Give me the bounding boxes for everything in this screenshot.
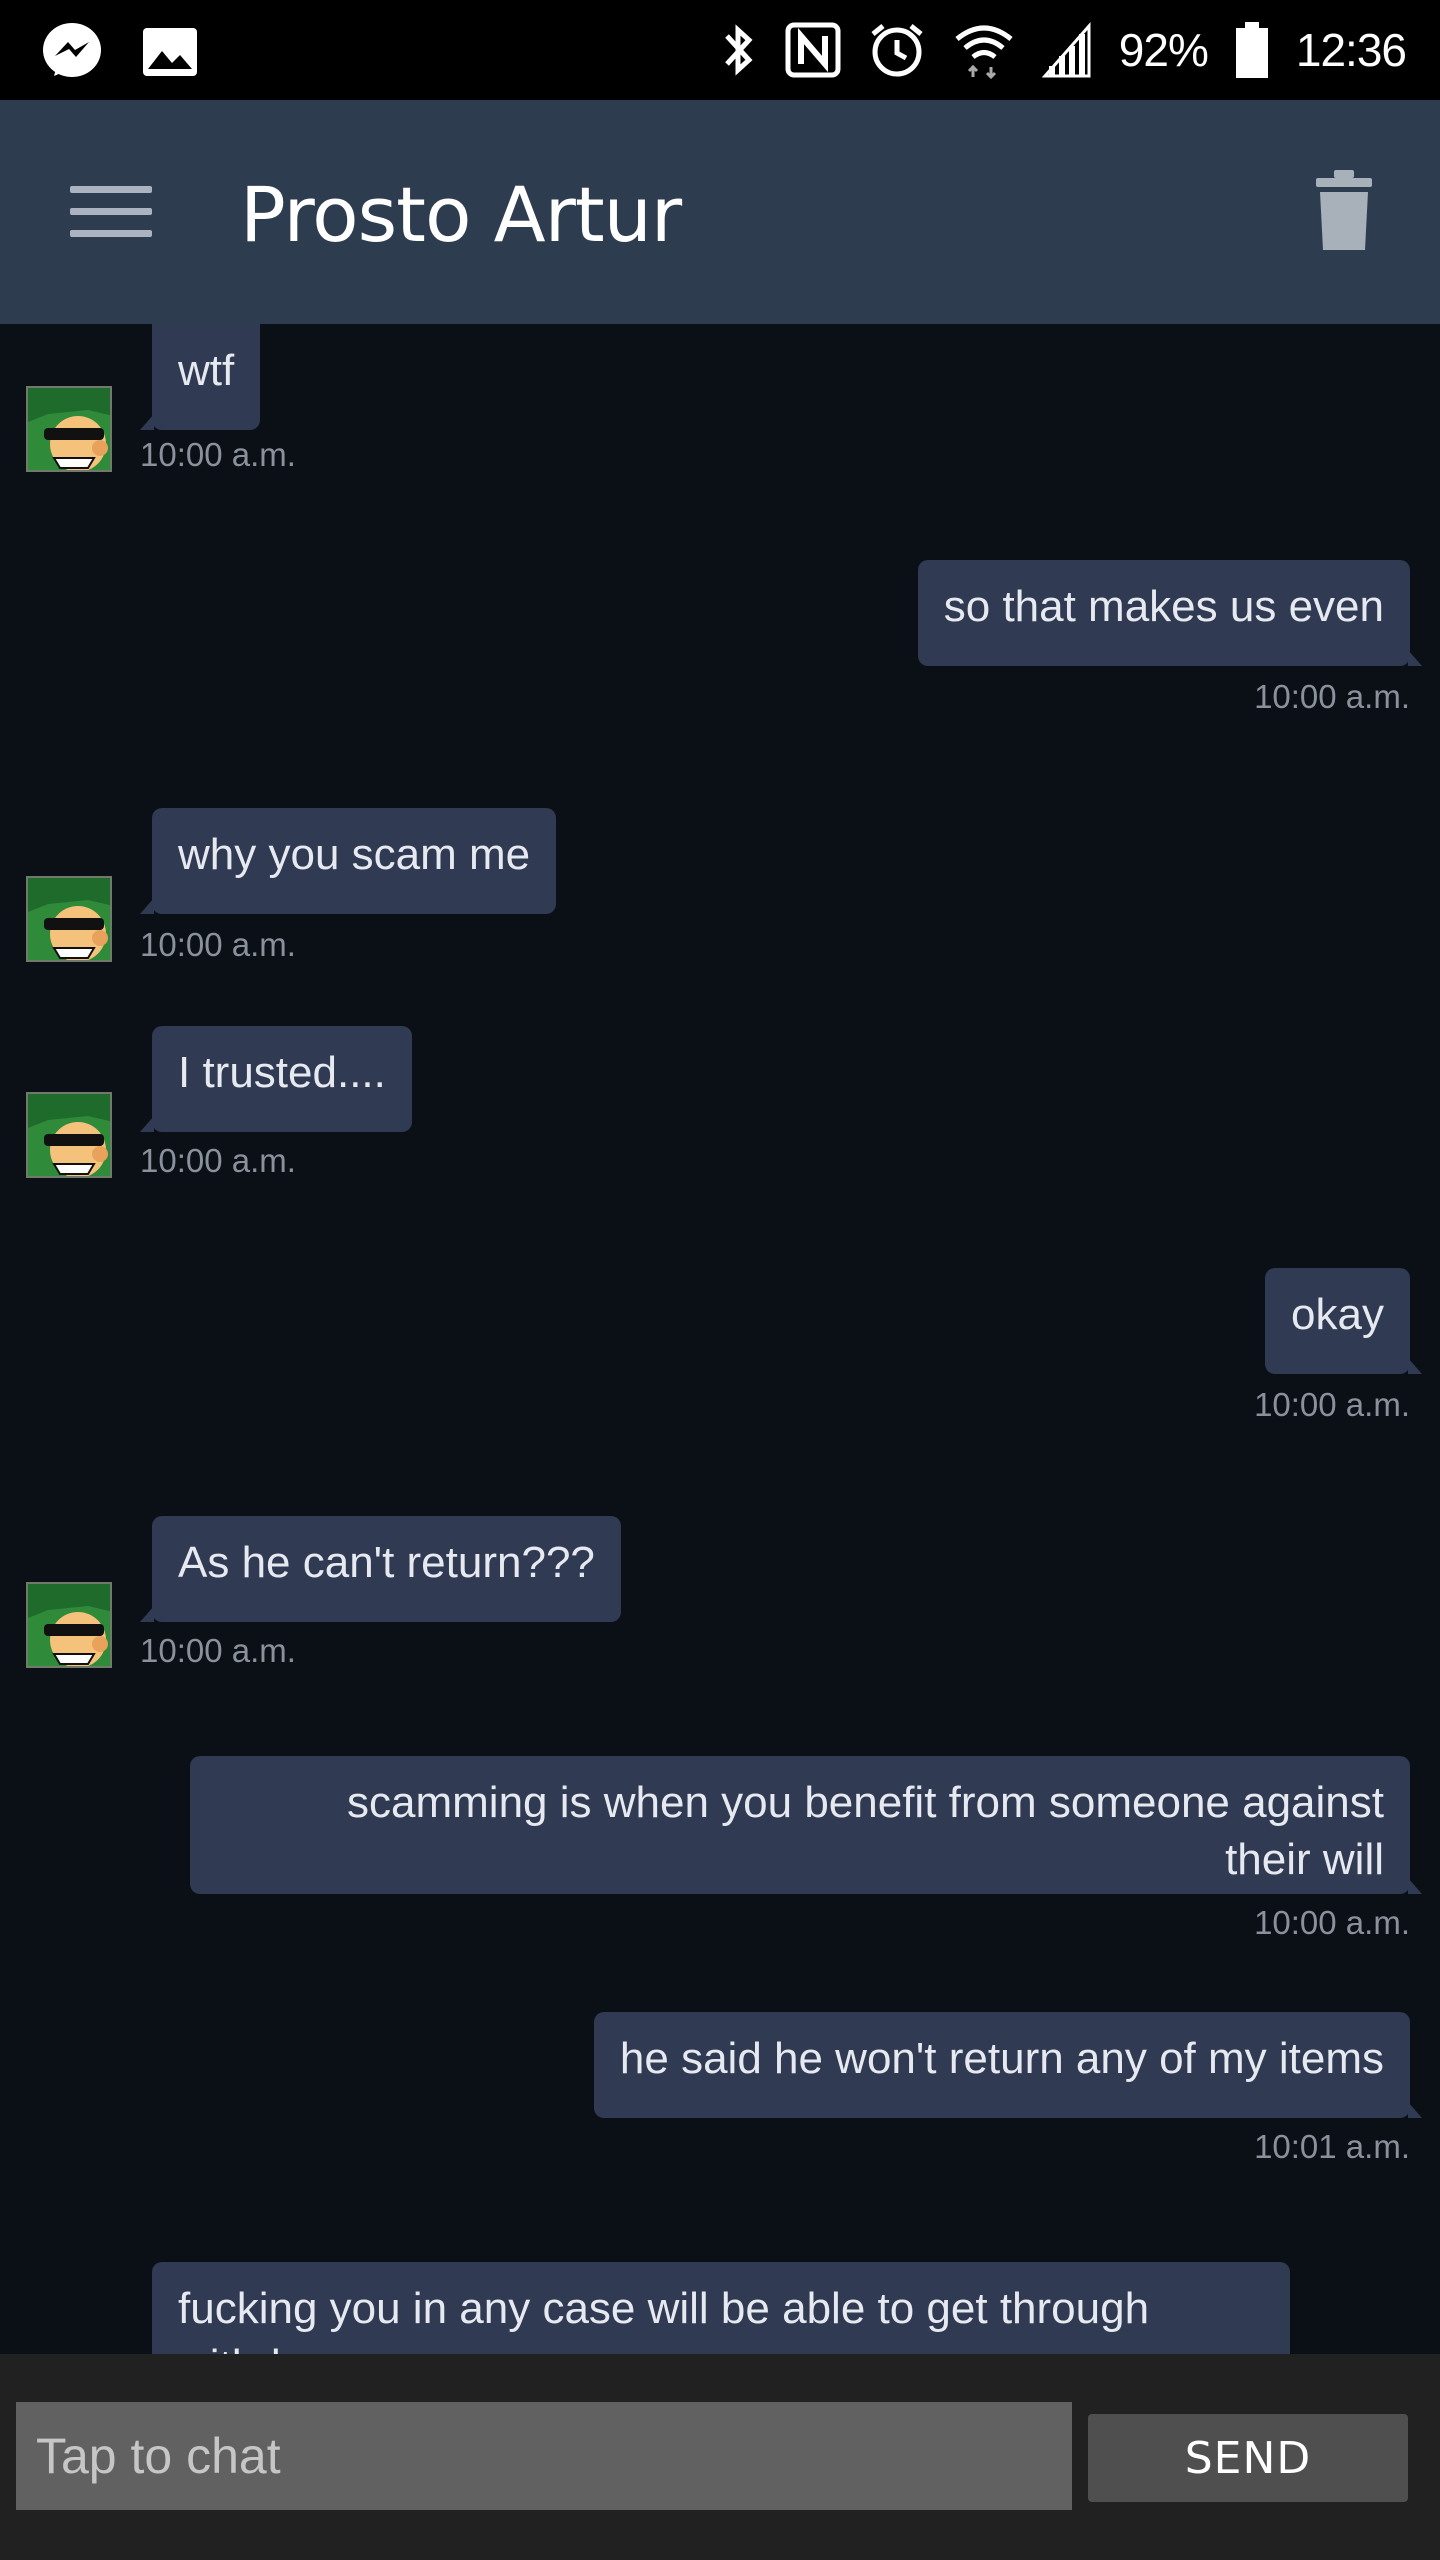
message-time: 10:00 a.m.	[140, 1632, 296, 1669]
message-time: 10:00 a.m.	[1254, 1386, 1410, 1423]
chat-list[interactable]: wtf 10:00 a.m. so that makes us even 10:…	[0, 324, 1440, 2354]
page-title: Prosto Artur	[240, 170, 682, 259]
alarm-icon	[867, 20, 927, 80]
message-text: okay	[1291, 1290, 1384, 1339]
bluetooth-icon	[719, 20, 759, 80]
menu-icon[interactable]	[70, 180, 152, 242]
trash-icon[interactable]	[1314, 170, 1374, 252]
message-bubble-outgoing[interactable]: okay	[1265, 1268, 1422, 1374]
message-bubble-outgoing[interactable]: scamming is when you benefit from someon…	[190, 1756, 1422, 1894]
message-text: he said he won't return any of my items	[619, 2034, 1384, 2083]
message-time: 10:00 a.m.	[1254, 678, 1410, 715]
avatar[interactable]	[26, 1092, 112, 1178]
message-time: 10:00 a.m.	[140, 1142, 296, 1179]
message-text: As he can't return???	[178, 1538, 595, 1587]
battery-percent: 92%	[1118, 24, 1209, 76]
app-bar: Prosto Artur	[0, 100, 1440, 324]
message-bubble-incoming[interactable]: fucking you in any case will be able to …	[152, 2262, 1290, 2354]
chat-input-bar: SEND	[0, 2354, 1440, 2560]
message-time: 10:01 a.m.	[1254, 2128, 1410, 2165]
messenger-icon	[40, 20, 104, 84]
avatar[interactable]	[26, 876, 112, 962]
signal-icon	[1041, 22, 1093, 78]
avatar[interactable]	[26, 1582, 112, 1668]
message-text: I trusted....	[178, 1048, 386, 1097]
message-text: fucking you in any case will be able to …	[178, 2284, 1150, 2354]
message-text: why you scam me	[178, 830, 531, 879]
chat-input[interactable]	[16, 2402, 1072, 2510]
clock: 12:36	[1295, 24, 1407, 76]
message-text: their will	[1225, 1835, 1384, 1884]
message-bubble-incoming[interactable]: why you scam me	[139, 808, 557, 914]
message-text: scamming is when you benefit from someon…	[347, 1778, 1384, 1827]
nfc-icon	[785, 22, 841, 78]
status-bar: 92% 12:36	[0, 0, 1440, 100]
message-text: wtf	[178, 346, 235, 395]
message-time: 10:00 a.m.	[1254, 1904, 1410, 1941]
battery-icon	[1234, 20, 1270, 80]
message-bubble-outgoing[interactable]: he said he won't return any of my items	[593, 2012, 1423, 2118]
message-bubble-incoming[interactable]: I trusted....	[140, 1026, 412, 1132]
message-bubble-outgoing[interactable]: so that makes us even	[917, 560, 1423, 666]
message-bubble-incoming[interactable]: wtf	[139, 324, 261, 430]
message-bubble-incoming[interactable]: As he can't return???	[140, 1516, 621, 1622]
gallery-icon	[142, 27, 198, 77]
send-button[interactable]: SEND	[1088, 2414, 1408, 2502]
message-time: 10:00 a.m.	[140, 436, 296, 473]
message-time: 10:00 a.m.	[140, 926, 296, 963]
wifi-icon	[953, 21, 1015, 79]
avatar[interactable]	[26, 386, 112, 472]
message-text: so that makes us even	[943, 582, 1384, 631]
